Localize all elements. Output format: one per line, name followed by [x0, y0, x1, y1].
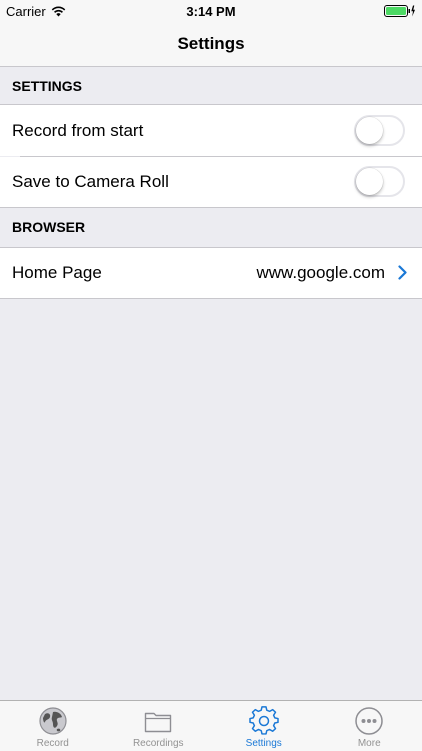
page-title: Settings	[177, 34, 244, 54]
battery-icon	[384, 5, 416, 17]
toggle-knob	[356, 117, 383, 144]
record-from-start-label: Record from start	[12, 121, 143, 141]
save-to-camera-roll-label: Save to Camera Roll	[12, 172, 169, 192]
more-icon	[354, 706, 384, 736]
tab-record[interactable]: Record	[0, 701, 106, 751]
tab-label: Settings	[246, 738, 282, 749]
save-to-camera-roll-row: Save to Camera Roll	[0, 157, 422, 207]
record-from-start-row: Record from start	[0, 105, 422, 156]
separator	[0, 298, 422, 299]
status-bar: Carrier 3:14 PM	[0, 0, 422, 22]
chevron-right-icon	[398, 265, 407, 280]
section-header-settings: SETTINGS	[0, 67, 422, 105]
tab-more[interactable]: More	[317, 701, 422, 751]
tab-recordings[interactable]: Recordings	[106, 701, 212, 751]
tab-settings[interactable]: Settings	[211, 701, 317, 751]
tab-label: Record	[37, 738, 69, 749]
gear-icon	[249, 706, 279, 736]
navigation-bar: Settings	[0, 22, 422, 67]
home-page-row[interactable]: Home Page www.google.com	[0, 248, 422, 298]
status-time: 3:14 PM	[0, 4, 422, 19]
home-page-label: Home Page	[12, 263, 102, 283]
home-page-value: www.google.com	[256, 263, 385, 283]
globe-icon	[38, 706, 68, 736]
section-header-browser: BROWSER	[0, 208, 422, 246]
toggle-knob	[356, 168, 383, 195]
tab-bar: Record Recordings Settings More	[0, 700, 422, 751]
folder-icon	[143, 706, 173, 736]
tab-label: More	[358, 738, 381, 749]
save-to-camera-roll-toggle[interactable]	[354, 166, 405, 197]
tab-label: Recordings	[133, 738, 184, 749]
record-from-start-toggle[interactable]	[354, 115, 405, 146]
